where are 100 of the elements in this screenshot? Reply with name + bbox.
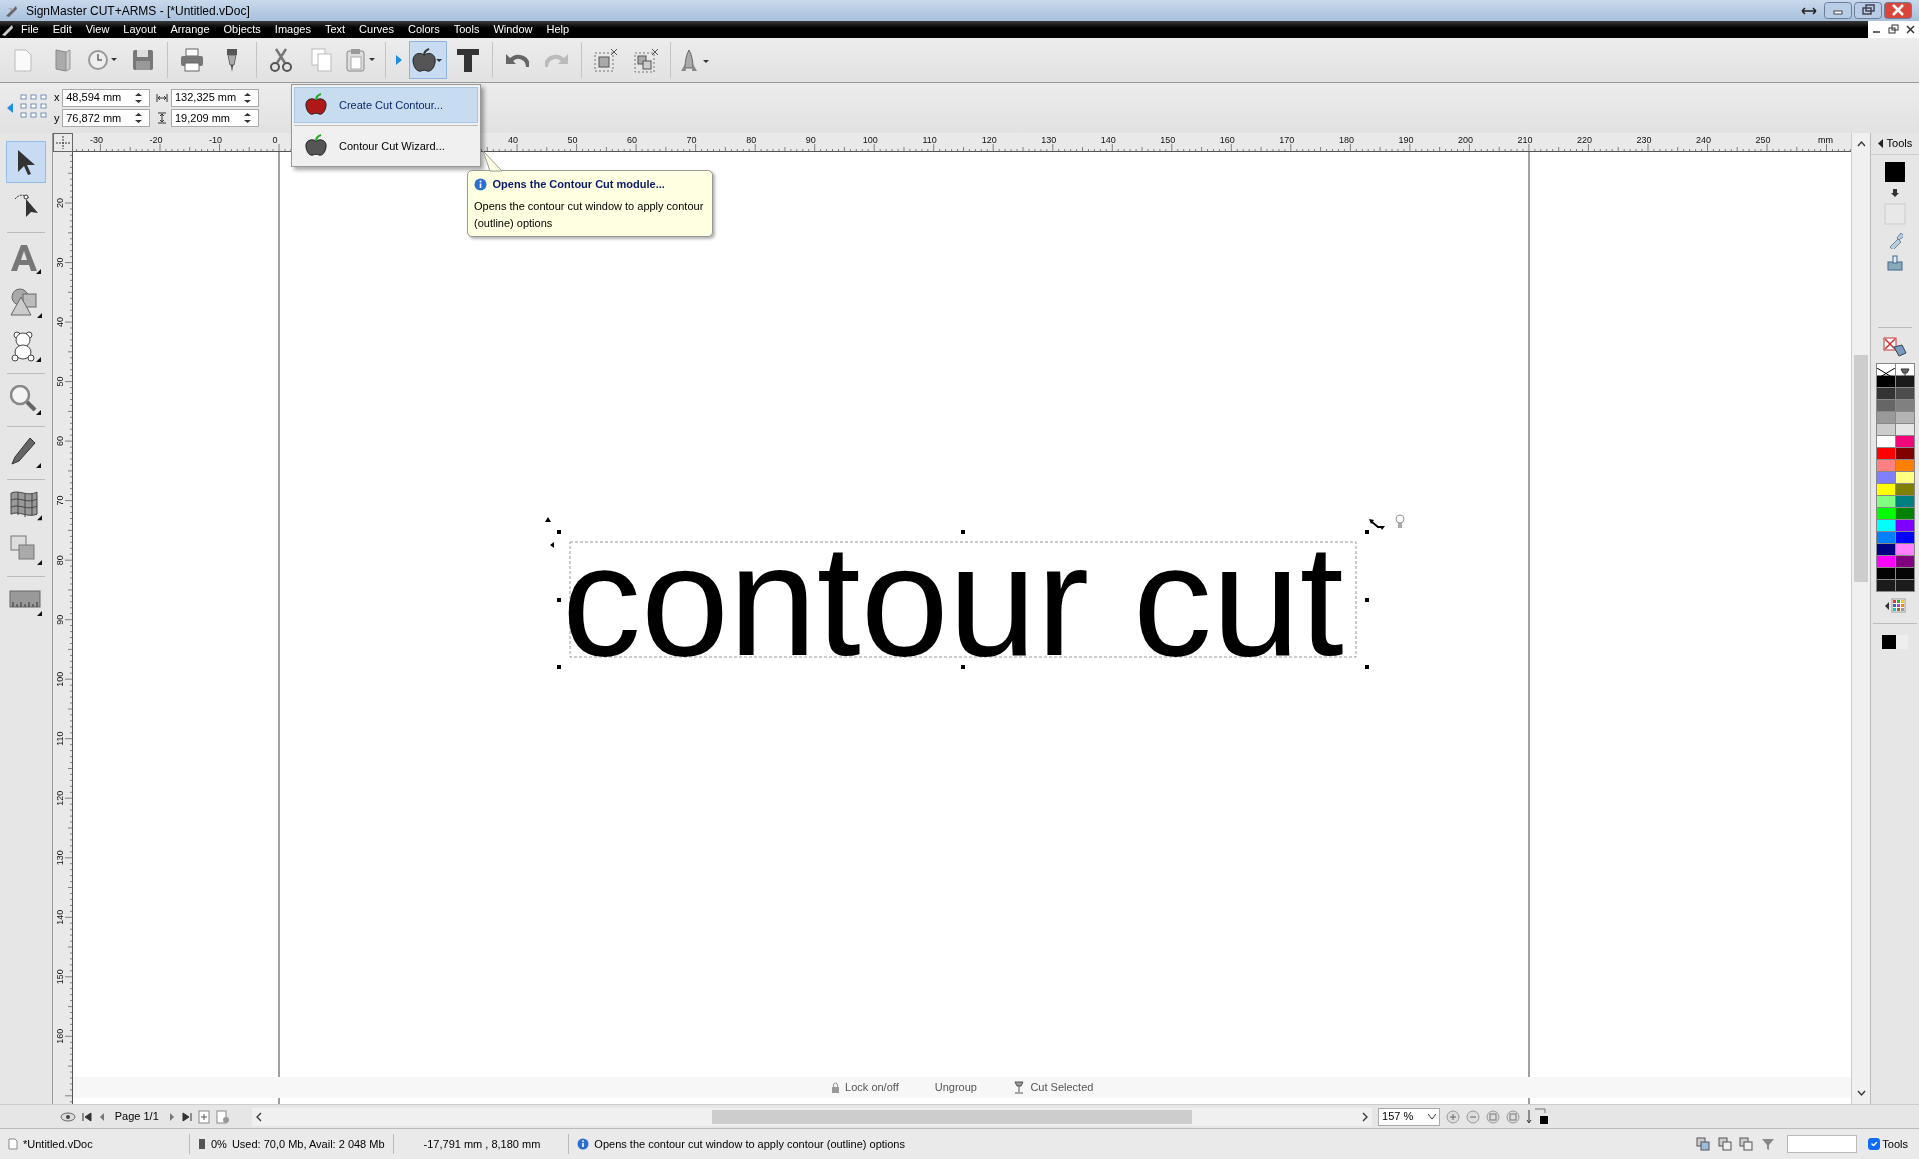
- scroll-thumb[interactable]: [712, 1109, 1193, 1124]
- selection-handle[interactable]: [557, 665, 561, 669]
- canvas-action[interactable]: Cut Selected: [1012, 1079, 1094, 1096]
- menu-item[interactable]: Colors: [400, 21, 447, 38]
- menu-item[interactable]: Layout: [116, 21, 164, 38]
- restore-button[interactable]: [1854, 2, 1883, 19]
- skew-handle[interactable]: [545, 517, 551, 522]
- color-swatch[interactable]: [1876, 376, 1895, 387]
- canvas-action[interactable]: Ungroup: [934, 1079, 977, 1096]
- menu-item[interactable]: Objects: [216, 21, 268, 38]
- fill-swatch[interactable]: [1884, 161, 1906, 183]
- selection-handle[interactable]: [1365, 530, 1369, 534]
- color-swatch[interactable]: [1895, 460, 1914, 471]
- add-page-icon[interactable]: [197, 1109, 210, 1124]
- color-swatch[interactable]: [1876, 388, 1895, 399]
- panel-tab[interactable]: Tools: [1886, 135, 1913, 152]
- selection-handle[interactable]: [1365, 665, 1369, 669]
- color-swatch[interactable]: [1876, 568, 1895, 579]
- color-swatch[interactable]: [1876, 484, 1895, 495]
- selection-handle[interactable]: [557, 598, 561, 602]
- expand-arrow-icon[interactable]: [6, 102, 14, 114]
- menu-item[interactable]: Curves: [352, 21, 401, 38]
- color-swatch[interactable]: [1876, 520, 1895, 531]
- eye-icon[interactable]: [60, 1110, 76, 1123]
- color-swatch[interactable]: [1876, 580, 1895, 591]
- color-swatch[interactable]: [1895, 484, 1914, 495]
- zoom-out-icon[interactable]: [1466, 1109, 1481, 1124]
- number-field[interactable]: 19,209 mm: [171, 109, 259, 128]
- color-swatch[interactable]: [1895, 448, 1914, 459]
- funnel-icon[interactable]: [1759, 1136, 1776, 1152]
- color-swatch[interactable]: [1876, 412, 1895, 423]
- skew-handle[interactable]: [550, 542, 554, 548]
- tool-button[interactable]: [6, 141, 46, 183]
- canvas-text[interactable]: contour cut: [562, 512, 1344, 688]
- page-settings-icon[interactable]: [215, 1109, 230, 1124]
- color-swatch[interactable]: [1876, 556, 1895, 567]
- toolbar-button[interactable]: [409, 41, 447, 79]
- overlap-icon[interactable]: [1738, 1136, 1755, 1152]
- color-swatch[interactable]: [1895, 376, 1914, 387]
- rotate-icon[interactable]: [1369, 519, 1385, 530]
- color-swatch[interactable]: [1876, 544, 1895, 555]
- last-page-icon[interactable]: [181, 1111, 192, 1122]
- number-field[interactable]: 76,872 mm: [62, 109, 151, 128]
- color-swatch[interactable]: [1895, 532, 1914, 543]
- color-swatch[interactable]: [1895, 424, 1914, 435]
- snap-icon[interactable]: [1695, 1136, 1712, 1152]
- color-swatch[interactable]: [1876, 496, 1895, 507]
- color-swatch[interactable]: [1895, 580, 1914, 591]
- zoom-page-icon[interactable]: [1506, 1109, 1521, 1124]
- previous-page-icon[interactable]: [98, 1111, 106, 1122]
- color-swatch[interactable]: [1895, 400, 1914, 411]
- number-field[interactable]: 132,325 mm: [171, 88, 259, 107]
- color-swatch[interactable]: [1895, 436, 1914, 447]
- color-swatch[interactable]: [1876, 400, 1895, 411]
- color-swatch[interactable]: [1895, 472, 1914, 483]
- close-button[interactable]: [1884, 2, 1913, 19]
- copy-layers-icon[interactable]: [1716, 1136, 1733, 1152]
- canvas-action[interactable]: Lock on/off: [830, 1079, 899, 1096]
- color-swatch[interactable]: [1876, 460, 1895, 471]
- menu-item[interactable]: Images: [267, 21, 318, 38]
- first-page-icon[interactable]: [82, 1111, 92, 1122]
- next-page-icon[interactable]: [167, 1111, 176, 1122]
- color-swatch[interactable]: [1876, 532, 1895, 543]
- zoom-fit-icon[interactable]: [1486, 1109, 1501, 1124]
- palette-menu-icon[interactable]: [1884, 598, 1906, 614]
- empty-field[interactable]: [1786, 1135, 1857, 1153]
- minimize-button[interactable]: [1824, 2, 1853, 19]
- selection-handle[interactable]: [961, 530, 965, 534]
- scroll-thumb[interactable]: [1854, 355, 1868, 582]
- selection-handle[interactable]: [557, 530, 561, 534]
- menu-item[interactable]: Window: [486, 21, 540, 38]
- selection-handle[interactable]: [961, 665, 965, 669]
- color-swatch[interactable]: [1895, 412, 1914, 423]
- menu-item[interactable]: File: [14, 21, 46, 38]
- color-swatch[interactable]: [1876, 436, 1895, 447]
- color-swatch[interactable]: [1895, 556, 1914, 567]
- color-swatch[interactable]: [1895, 520, 1914, 531]
- menu-item[interactable]: Edit: [45, 21, 79, 38]
- lightbulb-icon[interactable]: [1395, 514, 1405, 528]
- color-swatch[interactable]: [1895, 544, 1914, 555]
- number-field[interactable]: 48,594 mm: [62, 88, 151, 107]
- eyedropper-icon[interactable]: [1887, 231, 1903, 249]
- panel-arrow-icon[interactable]: [1877, 139, 1884, 148]
- tools-checkbox[interactable]: [1867, 1138, 1880, 1150]
- no-fill-icon[interactable]: [1883, 337, 1907, 357]
- zoom-in-icon[interactable]: [1446, 1109, 1461, 1124]
- menu-item[interactable]: Tools: [446, 21, 487, 38]
- ruler-origin-icon[interactable]: [53, 133, 73, 152]
- zoom-dropdown[interactable]: 157 %: [1378, 1107, 1441, 1126]
- color-swatch[interactable]: [1895, 388, 1914, 399]
- color-swatch[interactable]: [1876, 508, 1895, 519]
- selection-handle[interactable]: [1365, 598, 1369, 602]
- menu-item[interactable]: Arrange: [163, 21, 217, 38]
- color-swatch[interactable]: [1876, 448, 1895, 459]
- no-color-icon[interactable]: [1876, 367, 1895, 379]
- color-swatch[interactable]: [1876, 424, 1895, 435]
- color-swatch[interactable]: [1876, 472, 1895, 483]
- current-color-swatch[interactable]: [1880, 633, 1910, 651]
- menu-item[interactable]: Help: [539, 21, 577, 38]
- color-swatch[interactable]: [1895, 508, 1914, 519]
